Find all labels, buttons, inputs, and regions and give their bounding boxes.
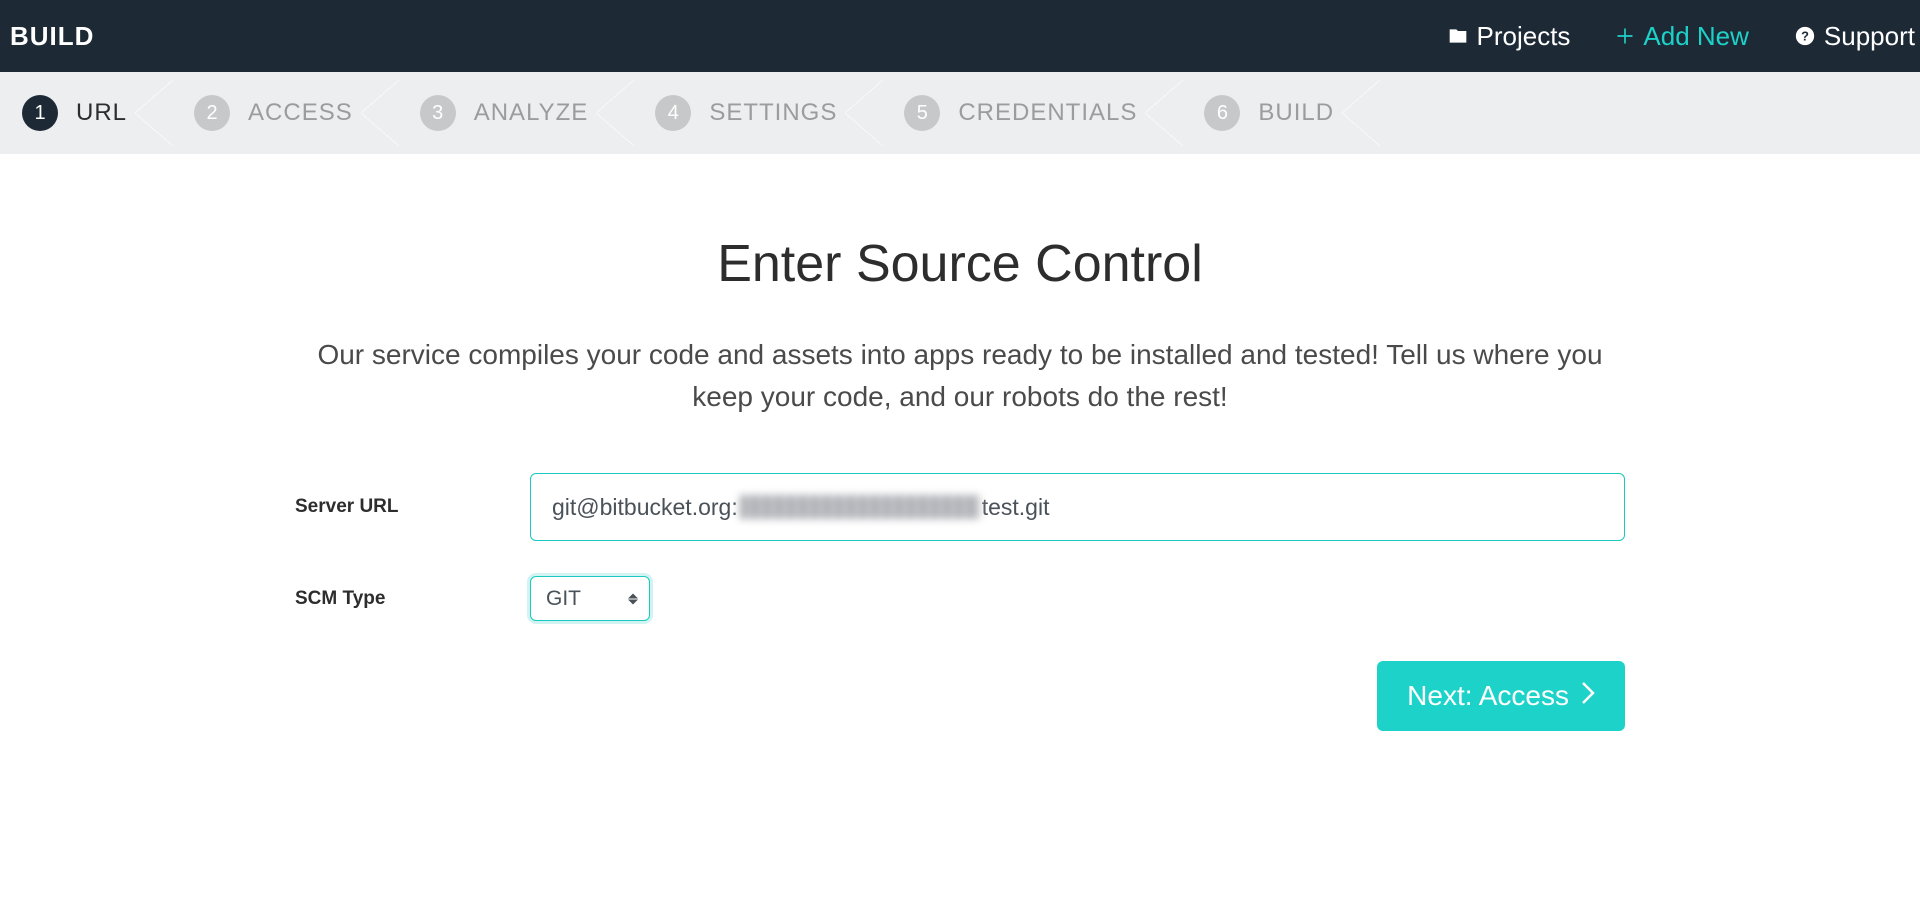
nav-projects-label: Projects xyxy=(1477,21,1571,52)
nav-support-label: Support xyxy=(1824,21,1915,52)
chevron-right-icon xyxy=(1581,680,1595,712)
step-label: ACCESS xyxy=(248,99,353,127)
next-access-button[interactable]: Next: Access xyxy=(1377,661,1625,731)
step-number: 4 xyxy=(655,95,691,131)
step-label: CREDENTIALS xyxy=(958,99,1137,127)
step-label: SETTINGS xyxy=(709,99,837,127)
folder-icon xyxy=(1447,26,1469,46)
server-url-row: Server URL git@bitbucket.org: test.git xyxy=(295,473,1625,541)
top-navbar: BUILD Projects Add New ? Support xyxy=(0,0,1920,72)
scm-type-select[interactable]: GIT xyxy=(530,576,650,621)
step-label: BUILD xyxy=(1258,99,1334,127)
question-circle-icon: ? xyxy=(1794,25,1816,47)
plus-icon xyxy=(1615,26,1635,46)
scm-type-label: SCM Type xyxy=(295,588,530,610)
step-url[interactable]: 1 URL xyxy=(0,72,172,154)
next-button-label: Next: Access xyxy=(1407,680,1569,712)
step-label: URL xyxy=(76,99,127,127)
main-content: Enter Source Control Our service compile… xyxy=(0,154,1920,731)
step-analyze[interactable]: 3 ANALYZE xyxy=(398,72,634,154)
wizard-steps: 1 URL 2 ACCESS 3 ANALYZE 4 SETTINGS 5 CR… xyxy=(0,72,1920,154)
step-number: 1 xyxy=(22,95,58,131)
form: Server URL git@bitbucket.org: test.git S… xyxy=(295,473,1625,621)
server-url-input-wrap: git@bitbucket.org: test.git xyxy=(530,473,1625,541)
page-title: Enter Source Control xyxy=(0,234,1920,294)
page-subtitle: Our service compiles your code and asset… xyxy=(310,334,1610,418)
svg-text:?: ? xyxy=(1801,29,1809,44)
step-build[interactable]: 6 BUILD xyxy=(1182,72,1379,154)
server-url-label: Server URL xyxy=(295,496,530,518)
nav-add-new-label: Add New xyxy=(1643,21,1749,52)
step-number: 5 xyxy=(904,95,940,131)
nav-projects[interactable]: Projects xyxy=(1447,21,1571,52)
server-url-input[interactable] xyxy=(530,473,1625,541)
navbar-left: BUILD xyxy=(10,21,94,52)
scm-type-row: SCM Type GIT xyxy=(295,576,1625,621)
navbar-right: Projects Add New ? Support xyxy=(1447,21,1916,52)
action-bar: Next: Access xyxy=(295,661,1625,731)
nav-add-new[interactable]: Add New xyxy=(1615,21,1749,52)
step-number: 2 xyxy=(194,95,230,131)
step-number: 3 xyxy=(420,95,456,131)
scm-type-select-wrap: GIT xyxy=(530,576,650,621)
step-settings[interactable]: 4 SETTINGS xyxy=(633,72,882,154)
step-label: ANALYZE xyxy=(474,99,589,127)
brand-logo: BUILD xyxy=(10,21,94,52)
step-access[interactable]: 2 ACCESS xyxy=(172,72,398,154)
step-number: 6 xyxy=(1204,95,1240,131)
nav-support[interactable]: ? Support xyxy=(1794,21,1915,52)
step-credentials[interactable]: 5 CREDENTIALS xyxy=(882,72,1182,154)
